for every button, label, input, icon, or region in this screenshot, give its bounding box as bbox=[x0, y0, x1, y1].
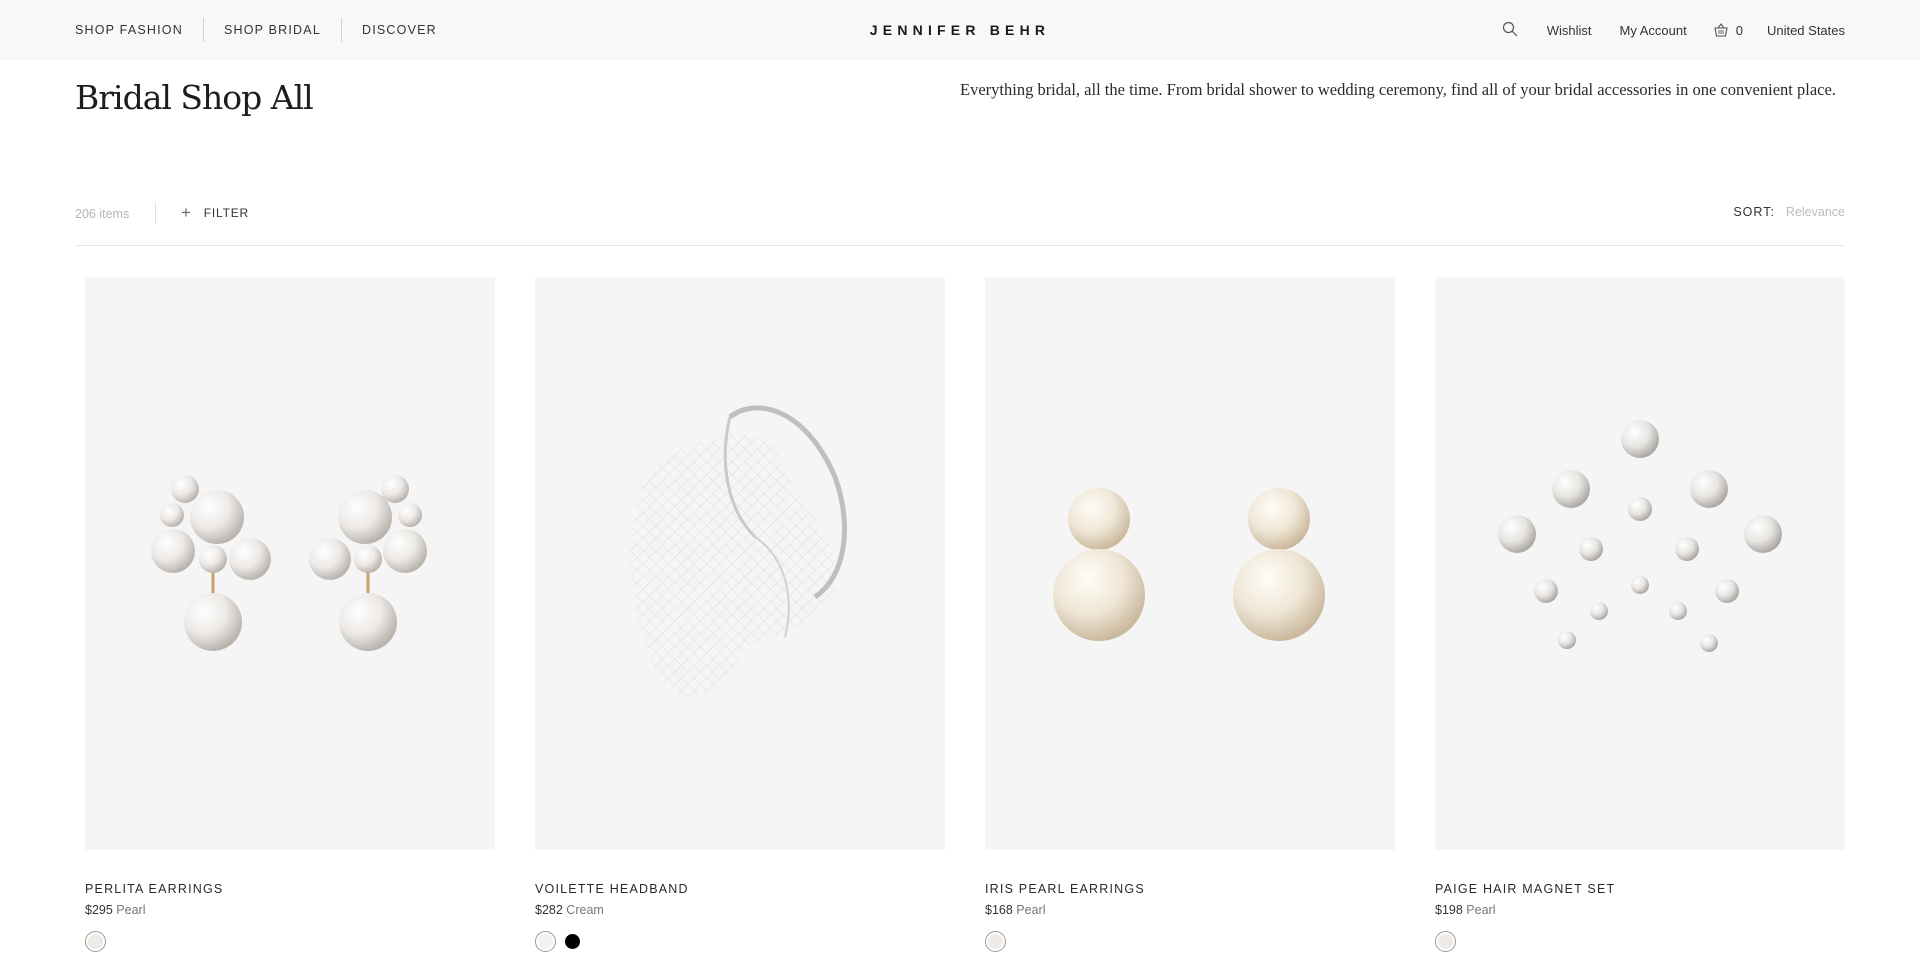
sort-select[interactable]: Relevance bbox=[1786, 205, 1845, 219]
filter-button[interactable]: + FILTER bbox=[181, 204, 249, 221]
product-name[interactable]: PERLITA EARRINGS bbox=[85, 882, 495, 896]
product-color: Cream bbox=[566, 903, 604, 917]
page-description: Everything bridal, all the time. From br… bbox=[960, 80, 1836, 99]
cart-count: 0 bbox=[1735, 22, 1743, 38]
toolbar-divider bbox=[155, 202, 156, 224]
iris-pearl-earrings-image bbox=[1053, 488, 1325, 641]
product-price: $168 bbox=[985, 903, 1013, 917]
product-price: $198 bbox=[1435, 903, 1463, 917]
toolbar-divider-line bbox=[75, 245, 1845, 246]
product-meta: $168 Pearl bbox=[985, 903, 1395, 917]
product-color: Pearl bbox=[1016, 903, 1046, 917]
cart-button[interactable]: 0 bbox=[1714, 23, 1743, 38]
product-card: IRIS PEARL EARRINGS $168 Pearl bbox=[985, 277, 1395, 952]
swatch-cream[interactable] bbox=[535, 931, 556, 952]
page-title: Bridal Shop All bbox=[75, 78, 314, 117]
sort-label: SORT: bbox=[1733, 205, 1775, 219]
color-swatches bbox=[535, 931, 945, 952]
product-card: VOILETTE HEADBAND $282 Cream bbox=[535, 277, 945, 952]
product-image[interactable] bbox=[85, 277, 495, 850]
utility-nav: Wishlist My Account 0 United States bbox=[1502, 0, 1845, 60]
product-color: Pearl bbox=[1466, 903, 1496, 917]
product-color: Pearl bbox=[116, 903, 146, 917]
color-swatches bbox=[85, 931, 495, 952]
product-price: $282 bbox=[535, 903, 563, 917]
product-meta: $198 Pearl bbox=[1435, 903, 1845, 917]
product-card: PAIGE HAIR MAGNET SET $198 Pearl bbox=[1435, 277, 1845, 952]
product-meta: $295 Pearl bbox=[85, 903, 495, 917]
site-header: SHOP FASHION SHOP BRIDAL DISCOVER JENNIF… bbox=[0, 0, 1920, 60]
product-card: PERLITA EARRINGS $295 Pearl bbox=[85, 277, 495, 952]
pearl-hair-magnets-image bbox=[1498, 420, 1782, 652]
region-selector[interactable]: United States bbox=[1767, 23, 1845, 38]
filter-label: FILTER bbox=[203, 205, 249, 220]
wishlist-link[interactable]: Wishlist bbox=[1547, 23, 1592, 38]
sort-control: SORT: Relevance bbox=[1733, 205, 1845, 219]
pearl-cluster-earrings-image bbox=[151, 475, 427, 651]
product-name[interactable]: IRIS PEARL EARRINGS bbox=[985, 882, 1395, 896]
listing-toolbar: 206 items + FILTER SORT: Relevance bbox=[75, 200, 1845, 228]
color-swatches bbox=[985, 931, 1395, 952]
swatch-pearl[interactable] bbox=[985, 931, 1006, 952]
color-swatches bbox=[1435, 931, 1845, 952]
product-price: $295 bbox=[85, 903, 113, 917]
product-meta: $282 Cream bbox=[535, 903, 945, 917]
product-name[interactable]: PAIGE HAIR MAGNET SET bbox=[1435, 882, 1845, 896]
my-account-link[interactable]: My Account bbox=[1620, 23, 1687, 38]
swatch-pearl[interactable] bbox=[1435, 931, 1456, 952]
product-image[interactable] bbox=[985, 277, 1395, 850]
search-icon[interactable] bbox=[1502, 21, 1520, 39]
brand-logo-link[interactable]: JENNIFER BEHR bbox=[870, 22, 1050, 38]
product-image[interactable] bbox=[1435, 277, 1845, 850]
product-name[interactable]: VOILETTE HEADBAND bbox=[535, 882, 945, 896]
swatch-black[interactable] bbox=[564, 933, 581, 950]
swatch-pearl[interactable] bbox=[85, 931, 106, 952]
veil-headband-image bbox=[630, 405, 847, 697]
plus-icon: + bbox=[181, 203, 192, 222]
product-image[interactable] bbox=[535, 277, 945, 850]
item-count: 206 items bbox=[75, 207, 130, 221]
basket-icon bbox=[1714, 23, 1728, 37]
